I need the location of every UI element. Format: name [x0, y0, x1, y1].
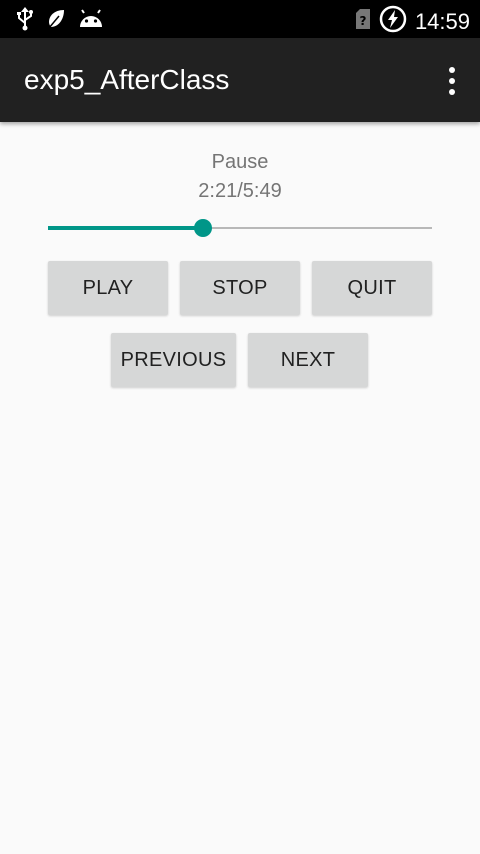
svg-text:?: ?: [359, 14, 366, 28]
quit-button[interactable]: QUIT: [312, 261, 432, 315]
previous-button[interactable]: PREVIOUS: [111, 333, 236, 387]
usb-icon: [16, 7, 34, 36]
seek-thumb[interactable]: [194, 219, 212, 237]
play-button[interactable]: PLAY: [48, 261, 168, 315]
seek-bar[interactable]: [48, 216, 432, 240]
leaf-icon: [46, 8, 66, 35]
status-clock: 14:59: [414, 8, 470, 34]
playback-state-label: Pause: [211, 151, 269, 173]
notification-icons: [16, 7, 104, 36]
battery-charging-icon: [379, 5, 407, 38]
system-icons: ? 14:59: [355, 5, 470, 38]
app-bar: exp5_AfterClass: [0, 38, 480, 122]
stop-button[interactable]: STOP: [180, 261, 300, 315]
no-sim-icon: ?: [355, 8, 371, 35]
playback-time-label: 2:21/5:49: [198, 180, 282, 202]
android-icon: [78, 9, 104, 34]
app-title: exp5_AfterClass: [24, 64, 230, 95]
overflow-menu-icon[interactable]: [444, 66, 460, 96]
status-bar: ? 14:59: [0, 0, 480, 38]
next-button[interactable]: NEXT: [248, 333, 368, 387]
